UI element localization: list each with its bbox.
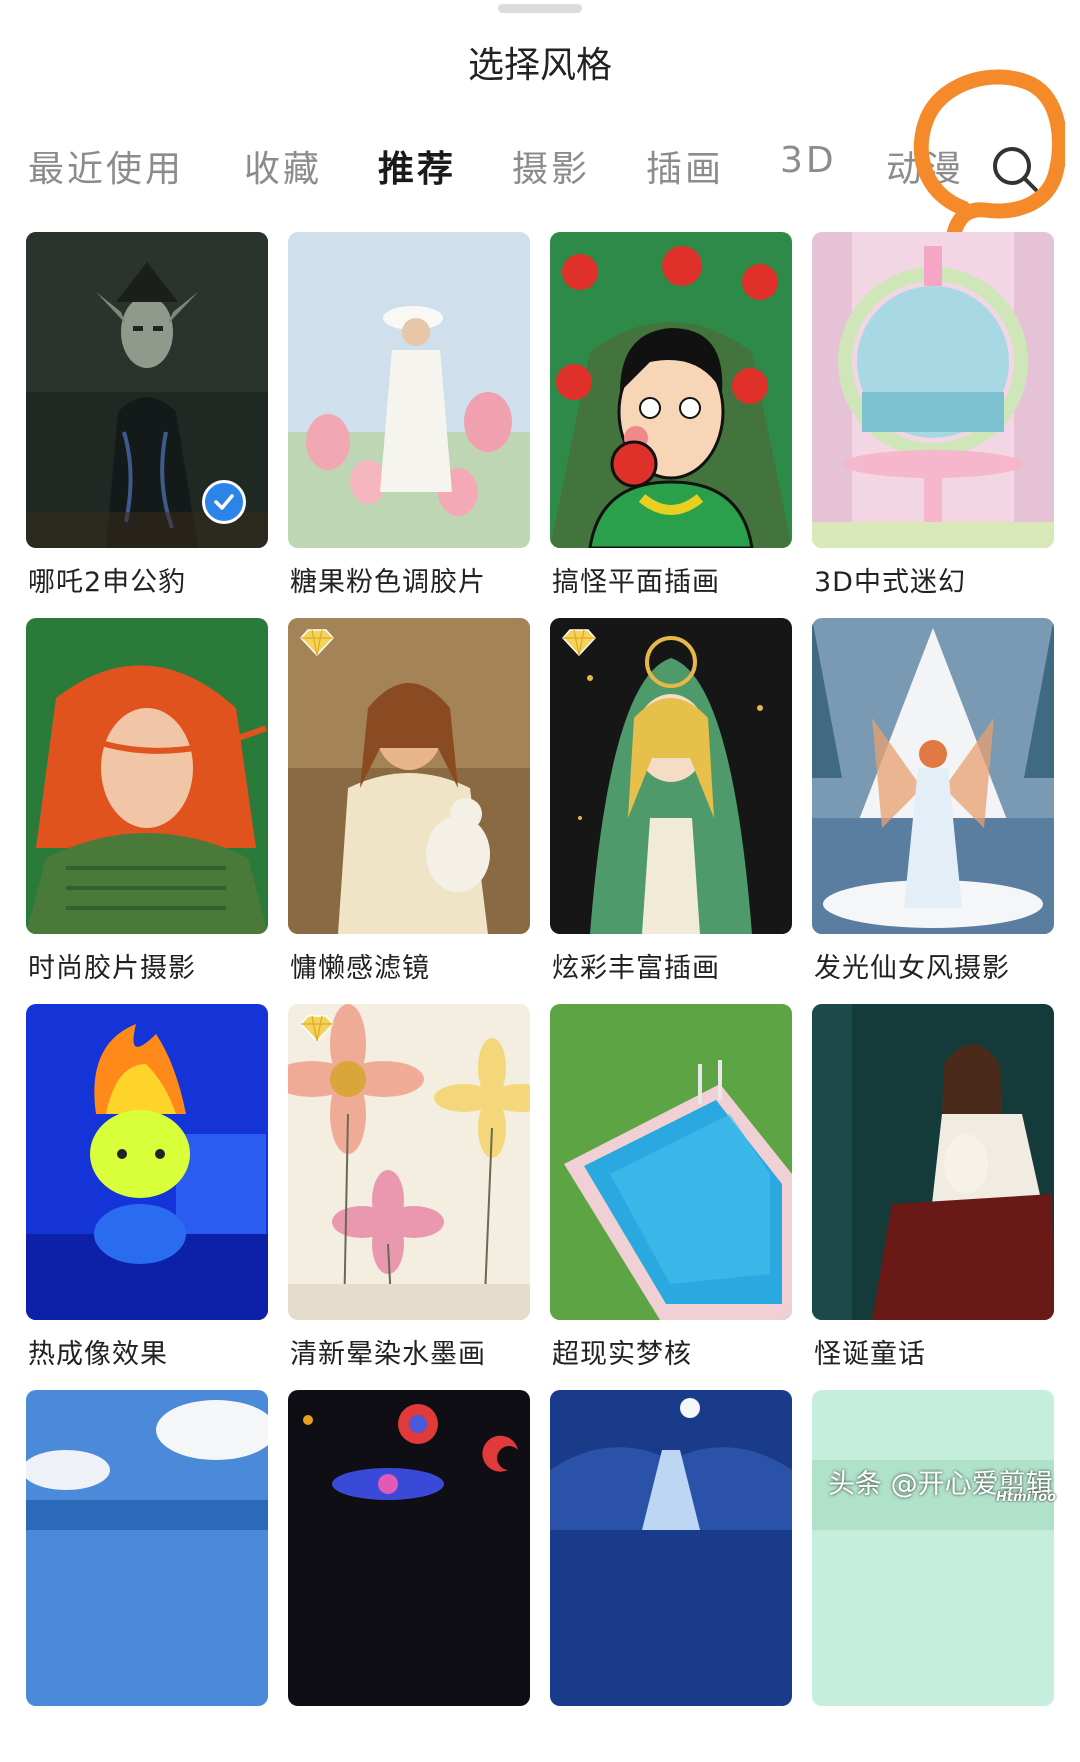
style-label: 哪吒2申公豹	[28, 567, 187, 598]
style-label: 时尚胶片摄影	[28, 953, 196, 984]
style-label: 怪诞童话	[814, 1339, 926, 1370]
style-card-funny-flat-illustration[interactable]: 搞怪平面插画	[550, 232, 792, 604]
style-grid: 哪吒2申公豹 糖果粉色调胶片 搞怪平面插画 3D中式迷幻 时尚胶片摄影 慵懒感滤…	[0, 0, 1080, 1706]
style-thumbnail	[812, 618, 1054, 934]
premium-diamond-icon	[300, 629, 334, 656]
style-card-glowing-fairy-photo[interactable]: 发光仙女风摄影	[812, 618, 1054, 990]
style-card-fresh-ink-wash[interactable]: 清新晕染水墨画	[288, 1004, 530, 1376]
premium-diamond-icon	[562, 629, 596, 656]
style-label: 清新晕染水墨画	[290, 1339, 486, 1370]
premium-diamond-icon	[300, 1015, 334, 1042]
style-thumbnail	[812, 1004, 1054, 1320]
style-label: 糖果粉色调胶片	[290, 567, 486, 598]
style-thumbnail	[550, 232, 792, 548]
style-card-grotesque-fairytale[interactable]: 怪诞童话	[812, 1004, 1054, 1376]
style-thumbnail	[812, 1390, 1054, 1706]
style-thumbnail	[812, 232, 1054, 548]
style-label: 3D中式迷幻	[814, 567, 966, 598]
style-card-cosmic-eyes[interactable]	[288, 1390, 530, 1762]
style-label: 超现实梦核	[552, 1339, 692, 1370]
style-thumbnail	[288, 1004, 530, 1320]
style-thumbnail	[288, 618, 530, 934]
style-thumbnail	[288, 232, 530, 548]
style-thumbnail	[550, 1004, 792, 1320]
style-card-3d-chinese-psychedelic[interactable]: 3D中式迷幻	[812, 232, 1054, 604]
style-thumbnail	[288, 1390, 530, 1706]
style-card-night-waterfall[interactable]	[550, 1390, 792, 1762]
style-thumbnail	[26, 618, 268, 934]
style-card-colorful-rich-illustration[interactable]: 炫彩丰富插画	[550, 618, 792, 990]
style-card-fashion-film-photo[interactable]: 时尚胶片摄影	[26, 618, 268, 990]
style-thumbnail	[550, 618, 792, 934]
style-thumbnail	[550, 1390, 792, 1706]
style-card-shengongbao[interactable]: 哪吒2申公豹	[26, 232, 268, 604]
style-card-thermal-imaging[interactable]: 热成像效果	[26, 1004, 268, 1376]
style-card-sky-seascape[interactable]	[26, 1390, 268, 1762]
style-label: 热成像效果	[28, 1339, 168, 1370]
style-label: 搞怪平面插画	[552, 567, 720, 598]
style-card-mint-pastel[interactable]	[812, 1390, 1054, 1762]
style-thumbnail	[26, 1390, 268, 1706]
selected-check-icon	[202, 480, 246, 524]
style-card-surreal-dreamcore[interactable]: 超现实梦核	[550, 1004, 792, 1376]
style-label: 炫彩丰富插画	[552, 953, 720, 984]
style-label: 发光仙女风摄影	[814, 953, 1010, 984]
style-card-candy-pink-film[interactable]: 糖果粉色调胶片	[288, 232, 530, 604]
style-thumbnail	[26, 1004, 268, 1320]
watermark-sub: HtmiToo	[996, 1490, 1057, 1505]
style-card-lazy-filter[interactable]: 慵懒感滤镜	[288, 618, 530, 990]
style-label: 慵懒感滤镜	[290, 953, 430, 984]
